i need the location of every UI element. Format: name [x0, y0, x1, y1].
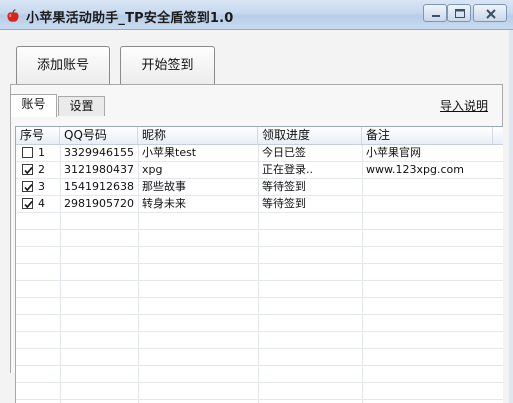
checkmark-icon: [24, 200, 33, 209]
cell-index: 3: [38, 180, 45, 193]
checkmark-icon: [24, 166, 33, 175]
cell-qq: 1541912638: [64, 180, 134, 193]
cell-note: www.123xpg.com: [366, 163, 464, 176]
cell-index: 2: [38, 163, 45, 176]
cell-nickname: 小苹果test: [142, 146, 197, 159]
cell-qq: 2981905720: [64, 197, 134, 210]
column-header-index[interactable]: 序号: [16, 127, 60, 144]
apple-icon: [6, 8, 20, 22]
cell-note: 小苹果官网: [366, 146, 421, 159]
close-button[interactable]: [473, 4, 507, 22]
empty-row: [16, 332, 503, 349]
empty-row: [16, 349, 503, 366]
column-header-note[interactable]: 备注: [362, 127, 493, 144]
table-row[interactable]: 4 2981905720 转身未来 等待签到: [16, 196, 503, 213]
empty-row: [16, 281, 503, 298]
column-header-progress[interactable]: 领取进度: [258, 127, 362, 144]
checkmark-icon: [24, 183, 33, 192]
close-icon: [486, 9, 496, 19]
table-header: 序号 QQ号码 昵称 领取进度 备注: [16, 127, 503, 145]
row-checkbox[interactable]: [22, 198, 33, 209]
row-checkbox[interactable]: [22, 164, 33, 175]
minimize-button[interactable]: [423, 4, 447, 22]
empty-row: [16, 298, 503, 315]
row-checkbox[interactable]: [22, 181, 33, 192]
table-body: 1 3329946155 小苹果test 今日已签 小苹果官网 2 3121980437 xp…: [16, 145, 503, 400]
empty-row: [16, 213, 503, 230]
cell-index: 4: [38, 197, 45, 210]
cell-qq: 3329946155: [64, 146, 134, 159]
empty-row: [16, 230, 503, 247]
minimize-icon: [432, 15, 440, 17]
empty-row: [16, 383, 503, 400]
empty-row: [16, 315, 503, 332]
main-window: 小苹果活动助手_TP安全盾签到1.0 添加账号 开始签到 账号 设置 导入说明 …: [0, 0, 513, 403]
column-header-qq[interactable]: QQ号码: [60, 127, 138, 144]
row-checkbox[interactable]: [22, 147, 33, 158]
cell-progress: 等待签到: [262, 197, 306, 210]
maximize-icon: [455, 9, 465, 18]
cell-index: 1: [38, 146, 45, 159]
table-row[interactable]: 3 1541912638 那些故事 等待签到: [16, 179, 503, 196]
accounts-table[interactable]: 序号 QQ号码 昵称 领取进度 备注 1 3329946155 小苹果test 今日已…: [15, 126, 503, 403]
import-help-link[interactable]: 导入说明: [440, 97, 488, 114]
tab-settings[interactable]: 设置: [58, 96, 105, 116]
table-row[interactable]: 2 3121980437 xpg 正在登录.. www.123xpg.com: [16, 162, 503, 179]
empty-row: [16, 366, 503, 383]
window-title: 小苹果活动助手_TP安全盾签到1.0: [26, 11, 234, 26]
cell-nickname: 那些故事: [142, 180, 186, 193]
cell-progress: 今日已签: [262, 146, 306, 159]
empty-row: [16, 264, 503, 281]
add-account-button[interactable]: 添加账号: [16, 46, 110, 86]
column-header-nickname[interactable]: 昵称: [138, 127, 258, 144]
maximize-button[interactable]: [447, 4, 471, 22]
cell-nickname: xpg: [142, 163, 163, 176]
cell-nickname: 转身未来: [142, 197, 186, 210]
tab-accounts[interactable]: 账号: [10, 94, 57, 117]
title-bar[interactable]: 小苹果活动助手_TP安全盾签到1.0: [0, 0, 513, 30]
table-row[interactable]: 1 3329946155 小苹果test 今日已签 小苹果官网: [16, 145, 503, 162]
cell-progress: 等待签到: [262, 180, 306, 193]
start-signin-button[interactable]: 开始签到: [120, 46, 215, 86]
cell-progress: 正在登录..: [262, 163, 313, 176]
empty-row: [16, 247, 503, 264]
cell-qq: 3121980437: [64, 163, 134, 176]
window-border: [509, 30, 513, 403]
